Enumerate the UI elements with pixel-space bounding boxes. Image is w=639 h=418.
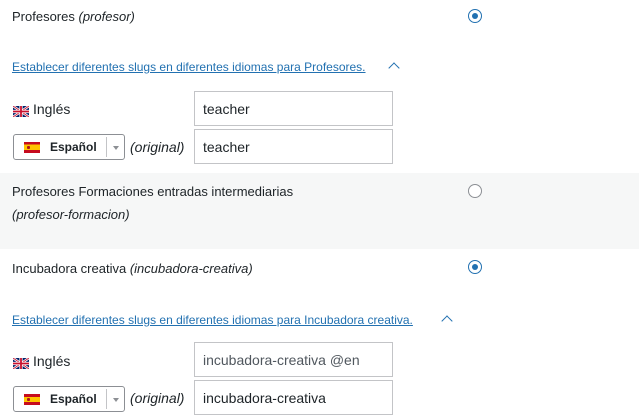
slug-input-english-incubadora[interactable] <box>194 342 393 377</box>
post-type-label-profesores-formaciones: Profesores Formaciones entradas intermed… <box>12 184 294 199</box>
original-note: (original) <box>130 139 185 155</box>
post-type-label-profesores: Profesores (profesor) <box>12 9 135 24</box>
language-label-english: Inglés <box>33 353 71 369</box>
spain-flag-icon <box>24 142 40 153</box>
language-select-value: Español <box>50 140 97 154</box>
toggle-slugs-link-incubadora[interactable]: Establecer diferentes slugs en diferente… <box>12 313 413 327</box>
radio-incubadora[interactable] <box>468 260 482 274</box>
uk-flag-icon <box>12 104 30 118</box>
slug-input-english-profesores[interactable] <box>194 91 393 126</box>
slug-input-spanish-profesores[interactable] <box>194 129 393 164</box>
select-divider <box>106 137 107 157</box>
language-select-spanish[interactable]: Español <box>13 386 125 412</box>
dropdown-arrow-icon <box>113 398 119 402</box>
post-type-label-incubadora: Incubadora creativa (incubadora-creativa… <box>12 261 253 276</box>
dropdown-arrow-icon <box>113 146 119 150</box>
slug-input-spanish-incubadora[interactable] <box>194 380 393 415</box>
spain-flag-icon <box>24 394 40 405</box>
language-label-english: Inglés <box>33 101 71 117</box>
radio-profesores-formaciones[interactable] <box>468 184 482 198</box>
select-divider <box>106 389 107 409</box>
radio-profesores[interactable] <box>468 9 482 23</box>
uk-flag-icon <box>12 356 30 370</box>
original-note: (original) <box>130 390 185 406</box>
post-type-slug-profesores-formaciones: (profesor-formacion) <box>12 207 130 222</box>
language-select-spanish[interactable]: Español <box>13 134 125 160</box>
toggle-slugs-link-profesores[interactable]: Establecer diferentes slugs en diferente… <box>12 60 366 74</box>
language-select-value: Español <box>50 392 97 406</box>
